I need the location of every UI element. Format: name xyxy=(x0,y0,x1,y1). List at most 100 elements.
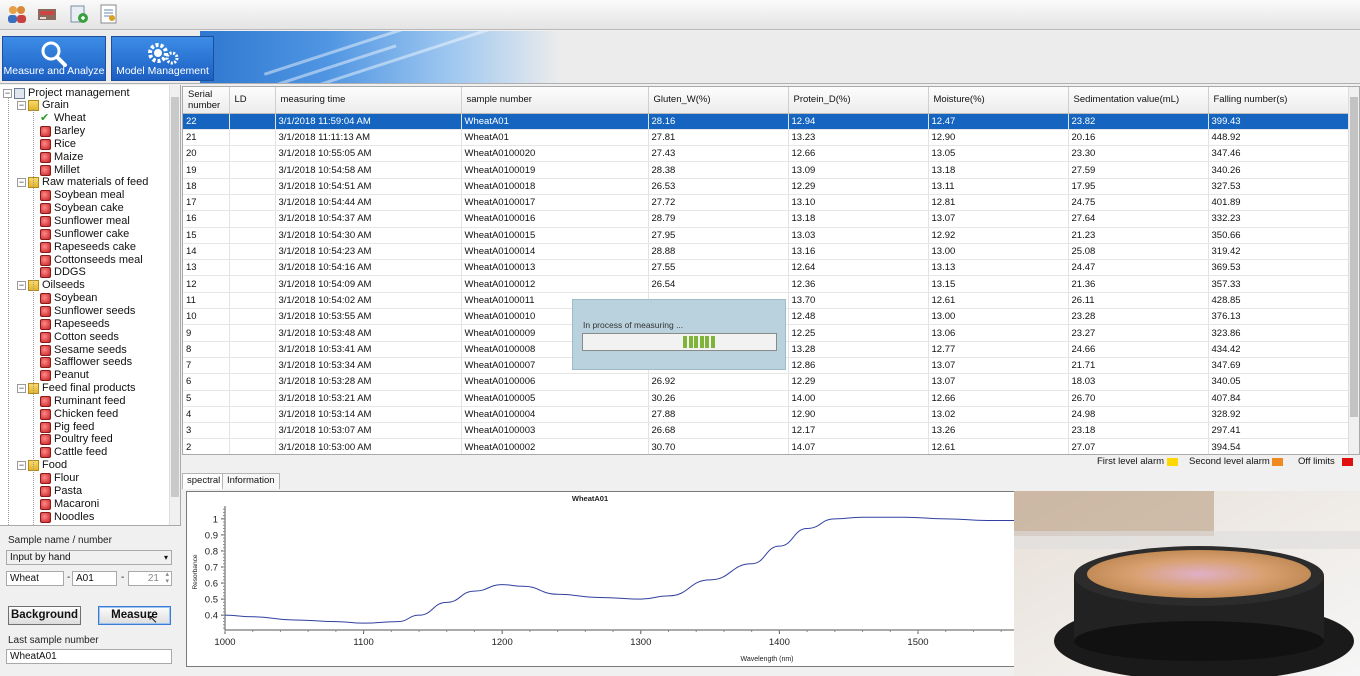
table-row[interactable]: 4 3/1/2018 10:53:14 AM WheatA0100004 27.88 1… xyxy=(183,406,1350,424)
background-button[interactable]: Background xyxy=(8,606,81,625)
table-row[interactable]: 20 3/1/2018 10:55:05 AM WheatA0100020 27.43… xyxy=(183,145,1350,163)
table-row[interactable]: 2 3/1/2018 10:53:00 AM WheatA0100002 30.70 1… xyxy=(183,438,1350,454)
tree-item-pasta[interactable]: Pasta xyxy=(0,485,170,498)
column-header[interactable]: Serial number xyxy=(183,87,230,114)
tree-item-sunflower-seeds[interactable]: Sunflower seeds xyxy=(0,305,170,318)
tree-item-poultry-feed[interactable]: Poultry feed xyxy=(0,433,170,446)
model-management-button[interactable]: Model Management xyxy=(111,36,214,81)
sample-type-icon xyxy=(40,241,51,253)
column-header[interactable]: Sedimentation value(mL) xyxy=(1068,87,1209,114)
table-cell: 13.10 xyxy=(788,194,929,212)
tree-group-oilseeds[interactable]: − Oilseeds xyxy=(0,279,170,292)
column-header[interactable]: Protein_D(%) xyxy=(788,87,929,114)
column-header[interactable]: sample number xyxy=(461,87,649,114)
column-header[interactable]: measuring time xyxy=(275,87,462,114)
table-scrollbar[interactable] xyxy=(1348,87,1359,454)
tree-item-cotton-seeds[interactable]: Cotton seeds xyxy=(0,331,170,344)
table-row[interactable]: 14 3/1/2018 10:54:23 AM WheatA0100014 28.88… xyxy=(183,243,1350,261)
tree-item-flour[interactable]: Flour xyxy=(0,472,170,485)
users-icon[interactable] xyxy=(6,3,28,25)
table-row[interactable]: 5 3/1/2018 10:53:21 AM WheatA0100005 30.26 1… xyxy=(183,390,1350,407)
tree-item-noodles[interactable]: Noodles xyxy=(0,511,170,524)
table-row[interactable]: 16 3/1/2018 10:54:37 AM WheatA0100016 28.79… xyxy=(183,210,1350,228)
table-cell: 27.59 xyxy=(1068,161,1209,179)
table-cell: 28.16 xyxy=(648,113,789,130)
tree-item-ddgs[interactable]: DDGS xyxy=(0,266,170,279)
tree-group-raw-materials-of-feed[interactable]: − Raw materials of feed xyxy=(0,176,170,189)
tree-item-pig-feed[interactable]: Pig feed xyxy=(0,421,170,434)
table-row[interactable]: 21 3/1/2018 11:11:13 AM WheatA01 27.81 13.23… xyxy=(183,129,1350,147)
column-header[interactable]: LD xyxy=(229,87,276,114)
measure-and-analyze-button[interactable]: Measure and Analyze xyxy=(2,36,106,81)
tree-item-soybean[interactable]: Soybean xyxy=(0,292,170,305)
table-cell: 18 xyxy=(183,178,230,195)
table-row[interactable]: 19 3/1/2018 10:54:58 AM WheatA0100019 28.38… xyxy=(183,161,1350,179)
tree-item-wheat[interactable]: ✔ Wheat xyxy=(0,112,170,125)
table-row[interactable]: 22 3/1/2018 11:59:04 AM WheatA01 28.16 12.94… xyxy=(183,113,1350,130)
tree-root[interactable]: − Project management xyxy=(0,87,170,100)
sample-name-field[interactable]: Wheat xyxy=(6,571,64,586)
input-mode-select[interactable]: Input by hand ▾ xyxy=(6,550,172,565)
tree-item-cattle-feed[interactable]: Cattle feed xyxy=(0,446,170,459)
collapse-icon[interactable]: − xyxy=(17,178,26,188)
report-icon[interactable] xyxy=(98,3,120,25)
export-icon[interactable] xyxy=(68,3,90,25)
collapse-icon[interactable]: − xyxy=(17,281,26,291)
column-header[interactable]: Gluten_W(%) xyxy=(648,87,789,114)
device-icon[interactable] xyxy=(36,3,58,25)
collapse-icon[interactable]: − xyxy=(17,461,26,471)
project-tree[interactable]: − Project management − Grain ✔ Wheat Barley Ric… xyxy=(0,85,181,526)
table-row[interactable]: 17 3/1/2018 10:54:44 AM WheatA0100017 27.72… xyxy=(183,194,1350,212)
tree-item-peanut[interactable]: Peanut xyxy=(0,369,170,382)
tree-item-rapeseeds[interactable]: Rapeseeds xyxy=(0,318,170,331)
tree-group-food[interactable]: − Food xyxy=(0,459,170,472)
tab-spectral[interactable]: spectral xyxy=(182,473,226,489)
sample-code-field[interactable]: A01 xyxy=(72,571,117,586)
table-row[interactable]: 12 3/1/2018 10:54:09 AM WheatA0100012 26.54… xyxy=(183,275,1350,293)
tree-scroll-thumb[interactable] xyxy=(171,97,179,497)
measure-button[interactable]: Measure xyxy=(98,606,171,625)
tree-item-macaroni[interactable]: Macaroni xyxy=(0,498,170,511)
tree-item-sesame-seeds[interactable]: Sesame seeds xyxy=(0,344,170,357)
column-header[interactable]: Falling number(s) xyxy=(1208,87,1350,114)
tree-item-soybean-cake[interactable]: Soybean cake xyxy=(0,202,170,215)
sample-number-stepper[interactable]: 21 ▴ ▾ xyxy=(128,571,172,586)
tree-item-barley[interactable]: Barley xyxy=(0,125,170,138)
table-scroll-thumb[interactable] xyxy=(1350,97,1358,417)
collapse-icon[interactable]: − xyxy=(17,101,26,111)
tree-item-sunflower-meal[interactable]: Sunflower meal xyxy=(0,215,170,228)
table-row[interactable]: 18 3/1/2018 10:54:51 AM WheatA0100018 26.53… xyxy=(183,178,1350,195)
tree-item-soybean-meal[interactable]: Soybean meal xyxy=(0,189,170,202)
results-table[interactable]: Serial number LD measuring time sample numb… xyxy=(182,86,1360,455)
stepper-arrows-icon[interactable]: ▴ ▾ xyxy=(165,572,169,585)
collapse-icon[interactable]: − xyxy=(17,384,26,394)
table-cell: 12.66 xyxy=(928,390,1069,407)
tab-information[interactable]: Information xyxy=(222,473,280,489)
table-cell xyxy=(229,406,276,424)
tree-item-sunflower-cake[interactable]: Sunflower cake xyxy=(0,228,170,241)
table-row[interactable]: 13 3/1/2018 10:54:16 AM WheatA0100013 27.55… xyxy=(183,259,1350,277)
table-row[interactable]: 6 3/1/2018 10:53:28 AM WheatA0100006 26.92 1… xyxy=(183,373,1350,391)
tree-group-grain[interactable]: − Grain xyxy=(0,99,170,112)
tree-item-cottonseeds-meal[interactable]: Cottonseeds meal xyxy=(0,254,170,267)
last-sample-field[interactable]: WheatA01 xyxy=(6,649,172,664)
table-cell: 3/1/2018 10:54:37 AM xyxy=(275,210,462,228)
table-cell: WheatA0100014 xyxy=(461,243,649,261)
tree-item-chicken-feed[interactable]: Chicken feed xyxy=(0,408,170,421)
table-row[interactable]: 3 3/1/2018 10:53:07 AM WheatA0100003 26.68 1… xyxy=(183,422,1350,440)
tree-item-rice[interactable]: Rice xyxy=(0,138,170,151)
tree-scrollbar[interactable] xyxy=(169,85,180,525)
table-cell: 319.42 xyxy=(1208,243,1350,261)
tree-item-rapeseeds-cake[interactable]: Rapeseeds cake xyxy=(0,241,170,254)
tree-group-feed-final-products[interactable]: − Feed final products xyxy=(0,382,170,395)
tree-item-maize[interactable]: Maize xyxy=(0,151,170,164)
table-cell: 27.55 xyxy=(648,259,789,277)
table-row[interactable]: 15 3/1/2018 10:54:30 AM WheatA0100015 27.95… xyxy=(183,227,1350,244)
table-cell: 401.89 xyxy=(1208,194,1350,212)
table-cell: 24.75 xyxy=(1068,194,1209,212)
column-header[interactable]: Moisture(%) xyxy=(928,87,1069,114)
tree-item-ruminant-feed[interactable]: Ruminant feed xyxy=(0,395,170,408)
tree-item-millet[interactable]: Millet xyxy=(0,164,170,177)
first-alarm-label: First level alarm xyxy=(1097,456,1165,467)
tree-item-safflower-seeds[interactable]: Safflower seeds xyxy=(0,356,170,369)
